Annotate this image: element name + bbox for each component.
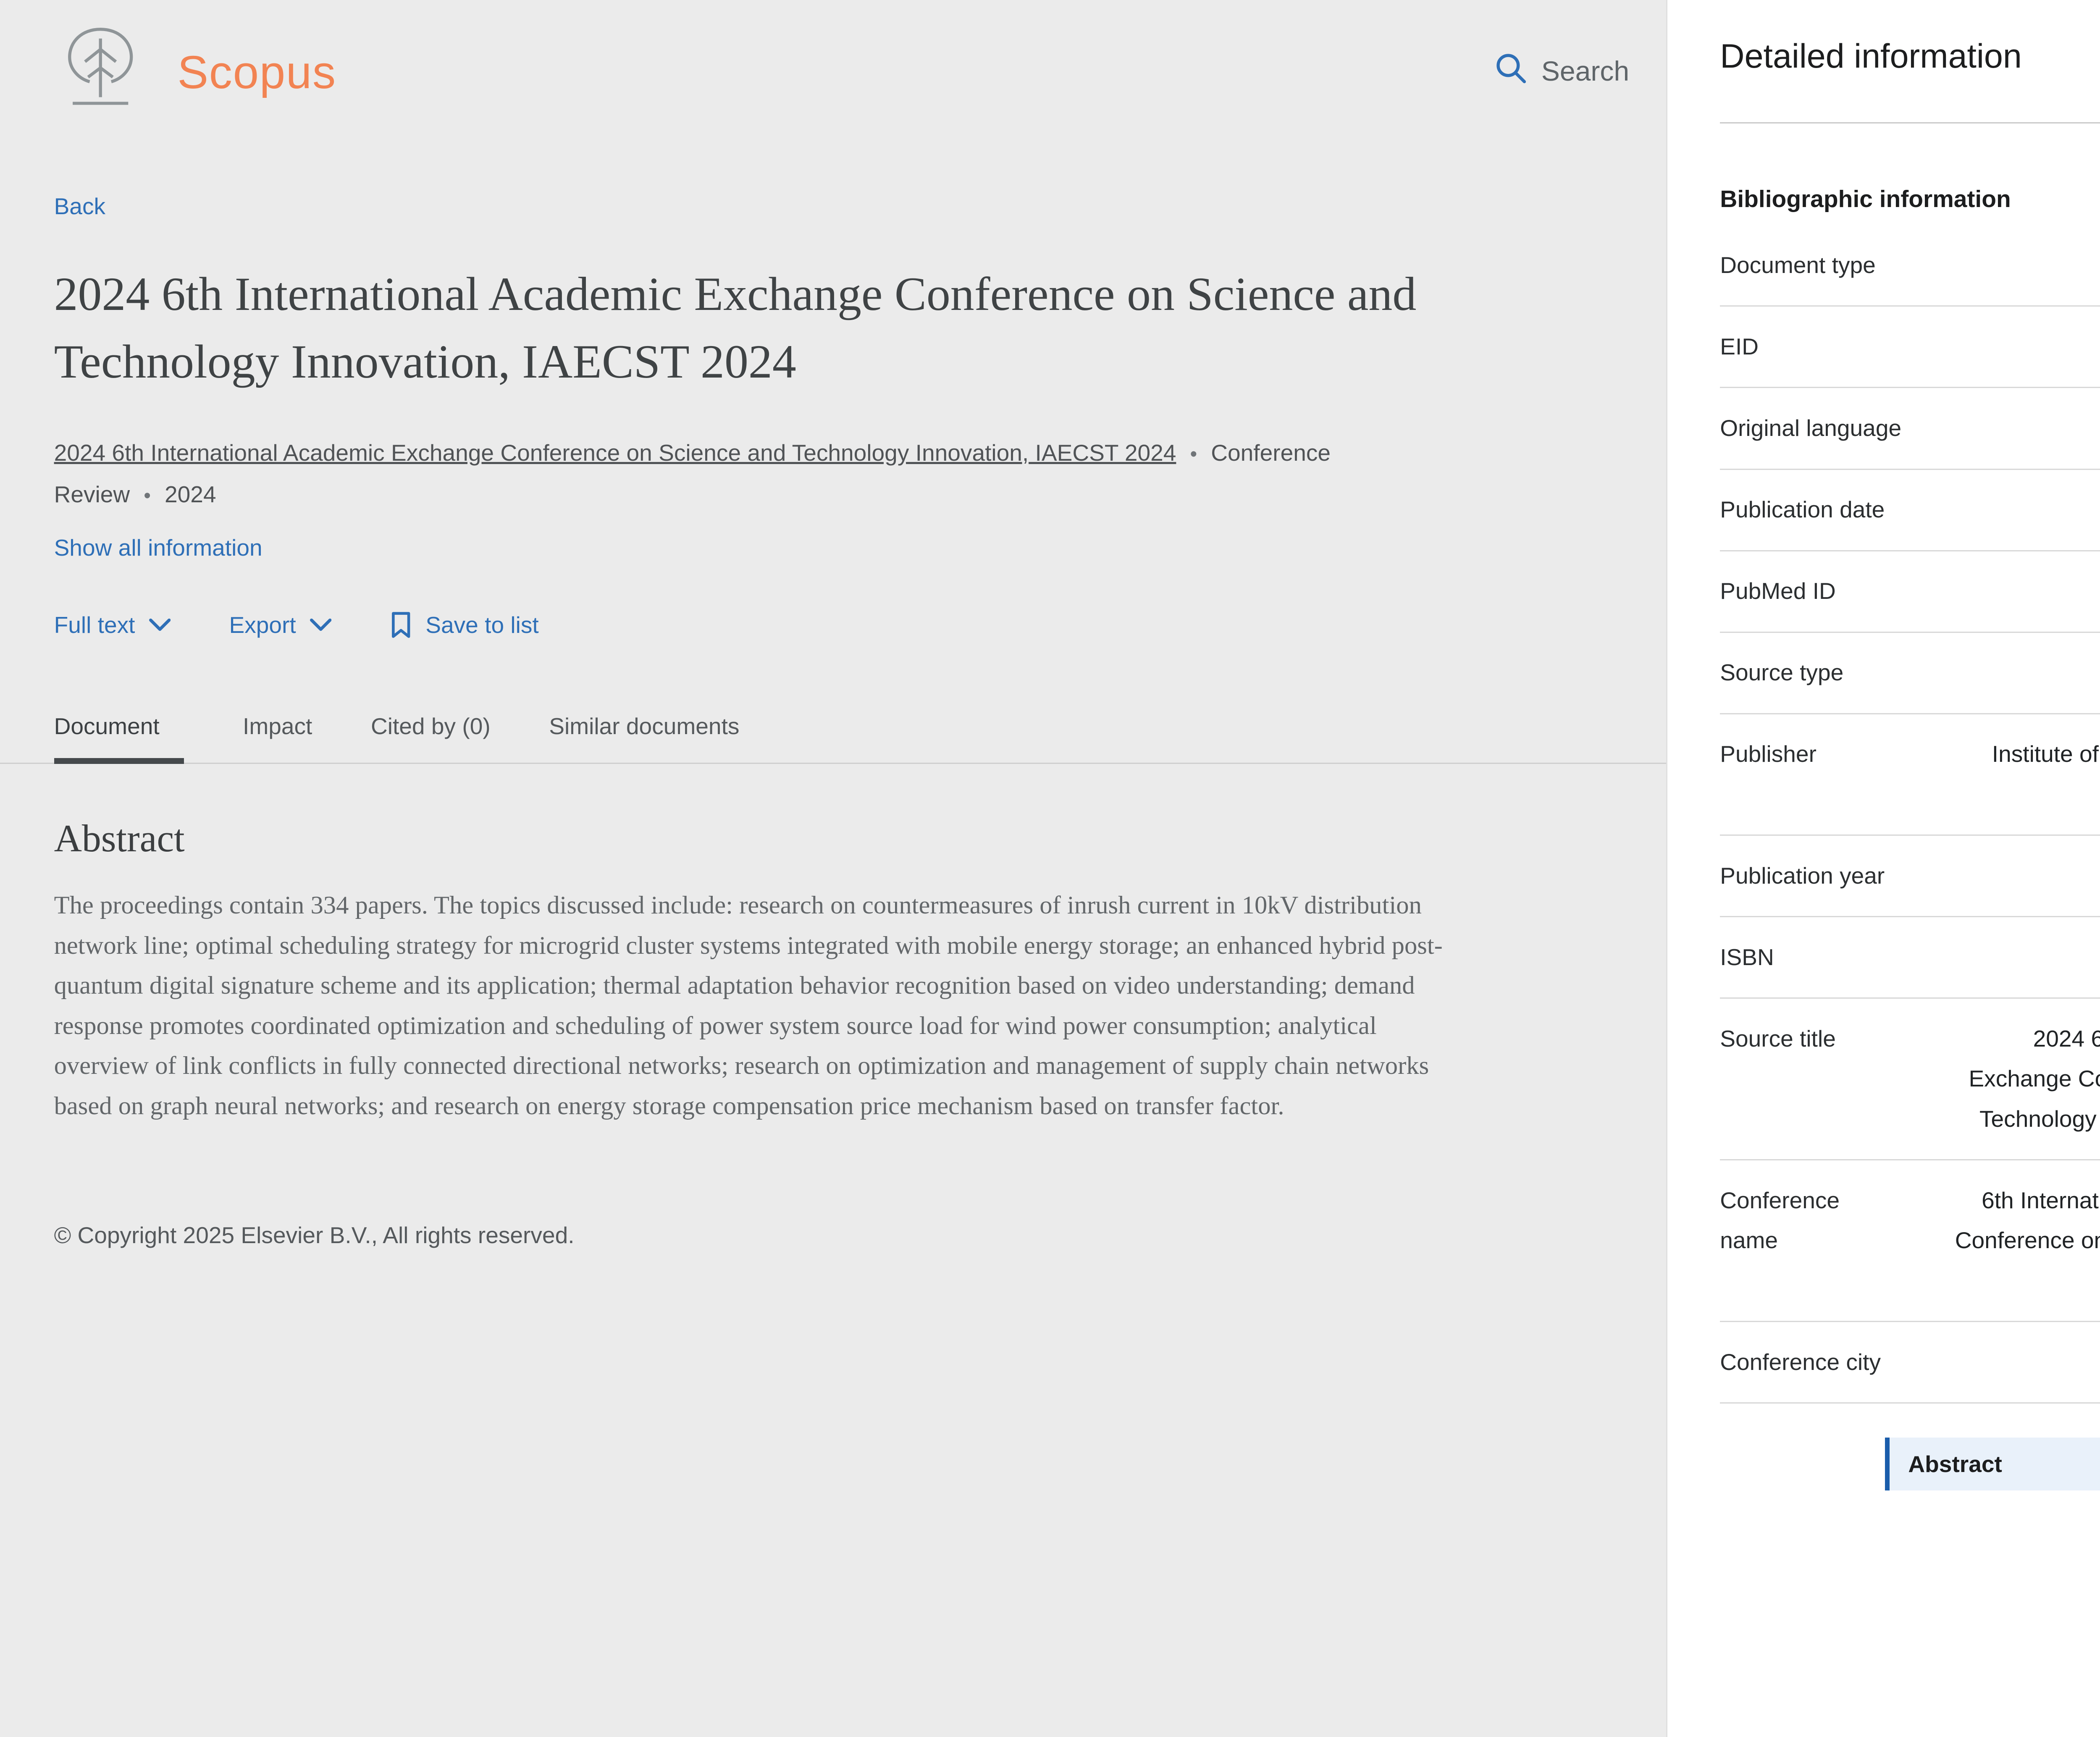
tab-similar-documents[interactable]: Similar documents: [549, 713, 739, 764]
panel-nav-item-label: Abstract: [1908, 1451, 2002, 1477]
detailed-information-panel: Detailed information Bibliographic infor…: [1666, 0, 2100, 1737]
export-label: Export: [229, 611, 296, 638]
info-label: Publisher: [1720, 734, 1816, 774]
bookmark-icon: [390, 611, 412, 639]
back-link[interactable]: Back: [54, 193, 105, 220]
info-row-conference-city: Conference city Hybrid, Guangzhou: [1720, 1322, 2100, 1404]
info-label: Publication date: [1720, 490, 1885, 530]
abstract-text: The proceedings contain 334 papers. The …: [54, 885, 1474, 1126]
search-icon: [1494, 51, 1528, 92]
scopus-page: Scopus Search Back 2024 6th Internationa…: [0, 0, 2100, 1737]
abstract-heading: Abstract: [54, 816, 1612, 861]
info-label: Source title: [1720, 1019, 1836, 1059]
source-line: 2024 6th International Academic Exchange…: [54, 433, 1443, 516]
panel-nav-item-abstract[interactable]: Abstract: [1885, 1438, 2100, 1490]
panel-divider: [1720, 122, 2100, 123]
info-row-isbn: ISBN 979-833150713-8: [1720, 917, 2100, 999]
main-content-area: Scopus Search Back 2024 6th Internationa…: [0, 0, 1666, 1737]
separator-dot: •: [1190, 443, 1197, 465]
save-to-list-button[interactable]: Save to list: [390, 611, 539, 639]
source-title-link[interactable]: 2024 6th International Academic Exchange…: [54, 440, 1176, 466]
panel-header: Detailed information: [1667, 0, 2100, 85]
save-to-list-label: Save to list: [425, 611, 538, 638]
search-button[interactable]: Search: [1494, 51, 1629, 92]
panel-body: Bibliographic information Document type …: [1667, 185, 2100, 1490]
info-label: Publication year: [1720, 856, 1885, 896]
top-bar: Scopus Search: [0, 0, 1666, 110]
document-scroll-region: Back 2024 6th International Academic Exc…: [0, 110, 1666, 1293]
panel-title: Detailed information: [1720, 37, 2022, 76]
separator-dot: •: [144, 485, 151, 507]
elsevier-tree-logo-icon: [54, 23, 147, 115]
info-row-publication-year: Publication year 2024: [1720, 836, 2100, 917]
full-text-label: Full text: [54, 611, 135, 638]
show-all-information-link[interactable]: Show all information: [54, 534, 262, 561]
info-value: Institute of Electrical and Electronics …: [1944, 734, 2100, 814]
info-row-pubmed-id: PubMed ID: [1720, 551, 2100, 633]
info-value: 6th International Academic Exchange Conf…: [1944, 1181, 2100, 1301]
search-label: Search: [1541, 55, 1629, 87]
info-row-source-title: Source title 2024 6th International Acad…: [1720, 999, 2100, 1160]
tab-document[interactable]: Document: [54, 713, 184, 764]
chevron-down-icon: [149, 618, 171, 632]
document-title: 2024 6th International Academic Exchange…: [54, 260, 1427, 396]
tab-cited-by[interactable]: Cited by (0): [371, 713, 491, 764]
bibliographic-section-heading: Bibliographic information: [1720, 185, 2100, 213]
info-label: Original language: [1720, 408, 1901, 449]
info-label: Document type: [1720, 245, 1876, 286]
info-row-source-type: Source type Conference Proceedings: [1720, 633, 2100, 714]
copyright-notice: © Copyright 2025 Elsevier B.V., All righ…: [54, 1222, 1612, 1249]
info-row-original-language: Original language English: [1720, 388, 2100, 470]
info-row-publisher: Publisher Institute of Electrical and El…: [1720, 714, 2100, 836]
document-tabs: Document Impact Cited by (0) Similar doc…: [0, 713, 1666, 764]
info-label: ISBN: [1720, 937, 1774, 978]
info-label: Conference city: [1720, 1342, 1881, 1383]
info-row-publication-date: Publication date 2024: [1720, 470, 2100, 551]
bibliographic-info-table: Document type Conference Review EID 2-s2…: [1720, 225, 2100, 1404]
info-value: 2024 6th International Academic Exchange…: [1944, 1019, 2100, 1139]
info-label: EID: [1720, 327, 1759, 367]
info-row-conference-name: Conference name 6th International Academ…: [1720, 1160, 2100, 1322]
tab-impact[interactable]: Impact: [243, 713, 312, 764]
info-label: Conference name: [1720, 1181, 1846, 1261]
year-text: 2024: [165, 481, 216, 507]
info-row-document-type: Document type Conference Review: [1720, 225, 2100, 307]
info-label: PubMed ID: [1720, 571, 1836, 611]
chevron-down-icon: [310, 618, 331, 632]
scopus-wordmark: Scopus: [177, 46, 336, 99]
scopus-brand-link[interactable]: Scopus: [54, 23, 336, 115]
export-dropdown-button[interactable]: Export: [229, 611, 332, 638]
info-row-eid: EID 2-s2.0-105015954438: [1720, 307, 2100, 388]
full-text-dropdown-button[interactable]: Full text: [54, 611, 171, 638]
info-label: Source type: [1720, 653, 1843, 693]
action-toolbar: Full text Export: [54, 611, 1612, 639]
